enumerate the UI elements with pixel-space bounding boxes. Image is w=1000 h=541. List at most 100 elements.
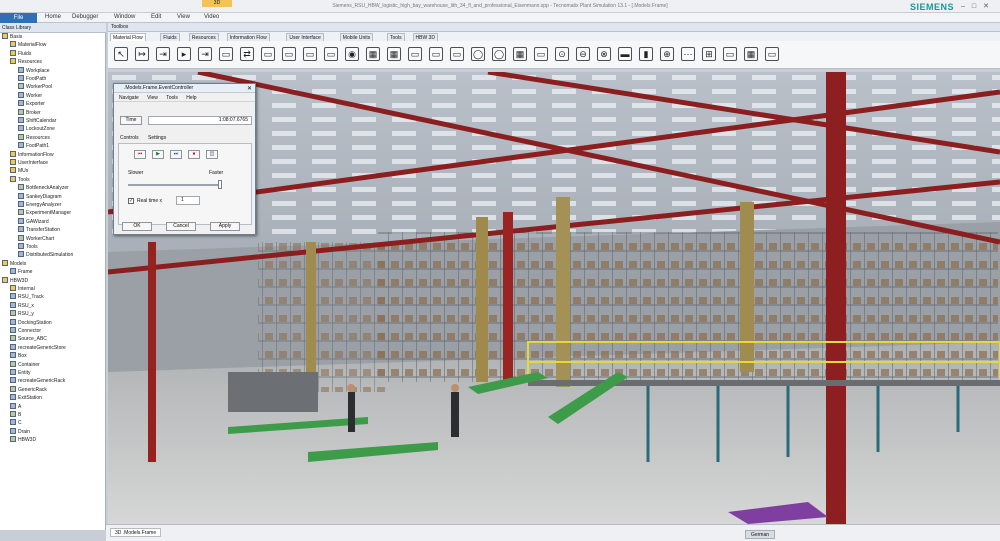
realtime-checkbox[interactable]: ✓ xyxy=(128,198,134,204)
toolbox-tab[interactable]: Mobile Units xyxy=(339,33,374,41)
library-item[interactable]: Basis xyxy=(2,33,22,41)
toolbox-object-icon[interactable]: ▬ xyxy=(618,47,632,61)
toolbox-tab[interactable]: Information Flow xyxy=(226,33,270,41)
toolbox-object-icon[interactable]: ▭ xyxy=(303,47,317,61)
library-item[interactable]: ExperimentManager xyxy=(18,209,71,217)
library-item[interactable]: DistributedSimulation xyxy=(18,251,73,259)
library-item[interactable]: UserInterface xyxy=(10,159,48,167)
apply-button[interactable]: Apply xyxy=(210,222,240,231)
toolbox-tab[interactable]: User Interface xyxy=(286,33,324,41)
toolbox-object-icon[interactable]: ▭ xyxy=(723,47,737,61)
tab-settings[interactable]: Settings xyxy=(148,135,166,141)
toolbox-object-icon[interactable]: ▦ xyxy=(387,47,401,61)
library-item[interactable]: WorkerPool xyxy=(18,83,52,91)
library-item[interactable]: BottleneckAnalyzer xyxy=(18,184,69,192)
class-library-tree[interactable]: Basis MaterialFlow Fluids Resources Workplac… xyxy=(0,33,106,530)
library-item[interactable]: Fluids xyxy=(10,49,31,58)
library-item[interactable]: Workplace xyxy=(18,66,50,75)
library-item[interactable]: Internal xyxy=(10,285,35,293)
toolbox-tab[interactable]: Resources xyxy=(188,33,219,41)
toolbox-object-icon[interactable]: ▭ xyxy=(765,47,779,61)
menu-edit[interactable]: Edit xyxy=(151,14,161,20)
menu-video[interactable]: Video xyxy=(204,14,219,20)
step-icon[interactable]: ◫ xyxy=(206,150,218,159)
dialog-menu-help[interactable]: Help xyxy=(186,95,196,101)
library-item[interactable]: InformationFlow xyxy=(10,150,54,159)
library-item[interactable]: GenericRack xyxy=(10,385,47,394)
library-item[interactable]: HBW3D xyxy=(2,276,28,285)
stop-icon[interactable]: ⏹ xyxy=(188,150,200,159)
toolbox-object-icon[interactable]: ▸ xyxy=(177,47,191,61)
ok-button[interactable]: OK xyxy=(122,222,152,231)
toolbox-object-icon[interactable]: ▭ xyxy=(429,47,443,61)
library-item[interactable]: A xyxy=(10,402,21,411)
library-item[interactable]: Tools xyxy=(10,175,30,184)
menu-view[interactable]: View xyxy=(177,14,190,20)
menu-home[interactable]: Home xyxy=(45,14,61,20)
library-item[interactable]: HBW3D xyxy=(10,436,36,444)
library-item[interactable]: DockingStation xyxy=(10,318,52,327)
toolbox-object-icon[interactable]: ▭ xyxy=(450,47,464,61)
library-item[interactable]: GAWizard xyxy=(18,217,49,226)
toolbox-object-icon[interactable]: ⊗ xyxy=(597,47,611,61)
toolbox-object-icon[interactable]: ◯ xyxy=(471,47,485,61)
toolbox-tab[interactable]: Tools xyxy=(387,33,405,41)
dialog-menu-view[interactable]: View xyxy=(147,95,158,101)
library-item[interactable]: WorkerChart xyxy=(18,234,54,243)
toolbox-object-icon[interactable]: ⊕ xyxy=(660,47,674,61)
close-icon[interactable]: ✕ xyxy=(247,85,252,92)
window-controls[interactable]: –□✕ xyxy=(961,2,996,10)
menu-file[interactable]: File xyxy=(0,13,37,23)
library-item[interactable]: Models xyxy=(2,259,26,268)
document-tab-frame[interactable]: 3D .Models.Frame xyxy=(110,528,162,537)
toolbox-object-icon[interactable]: ▭ xyxy=(261,47,275,61)
toolbox-tab[interactable]: HBW 3D xyxy=(412,33,438,41)
toolbox-object-icon[interactable]: ⇥ xyxy=(156,47,170,61)
toolbox-object-icon[interactable]: ⇥ xyxy=(198,47,212,61)
library-item[interactable]: RSU_x xyxy=(10,301,34,310)
library-item[interactable]: Resources xyxy=(18,133,50,142)
toolbox-tab[interactable]: Material Flow xyxy=(110,33,146,41)
library-item[interactable]: LockoutZone xyxy=(18,125,55,133)
library-item[interactable]: Box xyxy=(10,352,27,360)
toolbox-object-icon[interactable]: ▭ xyxy=(534,47,548,61)
toolbox-object-icon[interactable]: ▦ xyxy=(366,47,380,61)
fast-forward-icon[interactable]: ⏭ xyxy=(170,150,182,159)
toolbox-object-icon[interactable]: ⇄ xyxy=(240,47,254,61)
dialog-menu-navigate[interactable]: Navigate xyxy=(119,95,139,101)
library-item[interactable]: Source_ABC xyxy=(10,335,47,343)
speed-slider-handle[interactable] xyxy=(218,180,222,189)
toolbox-object-icon[interactable]: ◯ xyxy=(492,47,506,61)
dialog-menu-tools[interactable]: Tools xyxy=(166,95,178,101)
library-item[interactable]: Connector xyxy=(10,327,41,335)
toolbox-object-icon[interactable]: ◉ xyxy=(345,47,359,61)
library-item[interactable]: Exporter xyxy=(18,100,45,108)
speed-slider-track[interactable] xyxy=(128,184,222,186)
toolbox-tab[interactable]: Fluids xyxy=(160,33,180,41)
toolbox-object-icon[interactable]: ▭ xyxy=(324,47,338,61)
library-item[interactable]: Entity xyxy=(10,369,31,377)
library-item[interactable]: Worker xyxy=(18,91,42,100)
toolbox-object-icon[interactable]: ⋯ xyxy=(681,47,695,61)
toolbox-object-icon[interactable]: ▭ xyxy=(219,47,233,61)
library-item[interactable]: Tools xyxy=(18,243,38,251)
toolbox-object-icon[interactable]: ⊙ xyxy=(555,47,569,61)
library-item[interactable]: Resources xyxy=(10,58,42,66)
library-item[interactable]: MUs xyxy=(10,167,28,175)
library-item[interactable]: Container xyxy=(10,360,40,369)
toolbox-object-icon[interactable]: ⊖ xyxy=(576,47,590,61)
library-item[interactable]: Drain xyxy=(10,427,30,436)
menu-window[interactable]: Window xyxy=(114,14,135,20)
library-item[interactable]: Broker xyxy=(18,108,41,117)
library-item[interactable]: EnergyAnalyzer xyxy=(18,201,61,209)
tab-controls[interactable]: Controls xyxy=(120,135,139,141)
toolbox-object-icon[interactable]: ▦ xyxy=(744,47,758,61)
toolbox-object-icon[interactable]: ▦ xyxy=(513,47,527,61)
library-item[interactable]: RSU_Track xyxy=(10,293,44,301)
library-item[interactable]: RSU_y xyxy=(10,310,34,318)
library-item[interactable]: ExitStation xyxy=(10,394,42,402)
library-item[interactable]: FootPath1 xyxy=(18,142,49,150)
menu-debugger[interactable]: Debugger xyxy=(72,14,98,20)
reset-icon[interactable]: ⏮ xyxy=(134,150,146,159)
toolbox-object-icon[interactable]: ▮ xyxy=(639,47,653,61)
